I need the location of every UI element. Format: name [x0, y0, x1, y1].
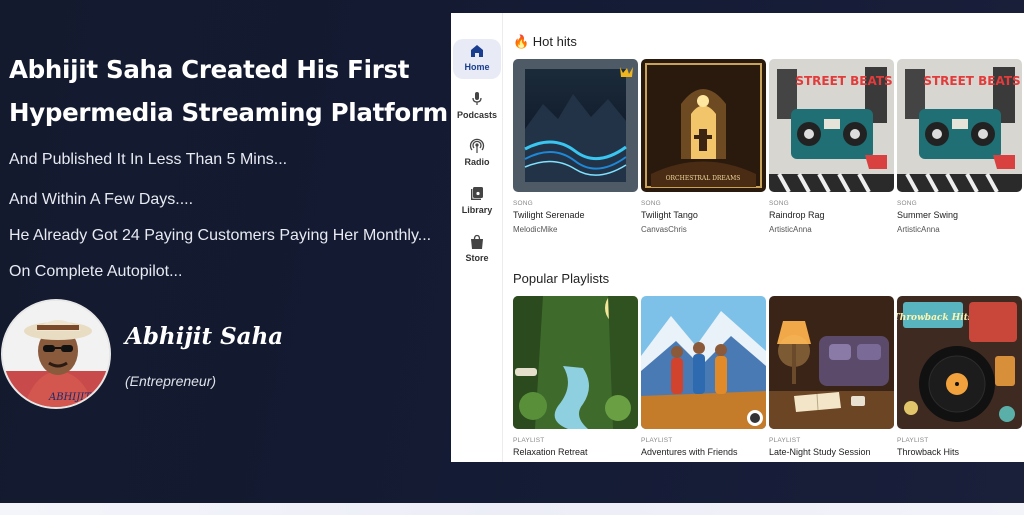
song-cover — [513, 59, 638, 192]
cover-text: Throwback Hits — [897, 313, 973, 323]
subtitle-2: And Within A Few Days.... — [9, 191, 194, 208]
nav-label-podcasts: Podcasts — [456, 110, 498, 120]
headline-line-1: Abhijit Saha Created His First — [9, 55, 410, 84]
song-card[interactable]: STREET BEATS SONG Summer Swing ArtisticA… — [897, 59, 1022, 234]
svg-text:ABHIJIT: ABHIJIT — [48, 392, 92, 403]
card-type: SONG — [769, 200, 789, 207]
card-title: Twilight Serenade — [513, 210, 585, 220]
card-artist: MelodicMike — [513, 225, 558, 234]
nav-label-home: Home — [464, 62, 490, 72]
store-icon — [471, 234, 483, 249]
nav-label-library: Library — [461, 205, 493, 215]
nav-item-radio[interactable]: Radio — [453, 134, 501, 174]
author-name: Abhijit Saha — [125, 323, 284, 350]
song-card[interactable]: STREET BEATS SONG Raindrop Rag ArtisticA… — [769, 59, 894, 234]
nav-item-store[interactable]: Store — [453, 230, 501, 270]
card-type: PLAYLIST — [769, 437, 801, 444]
playlist-cover — [641, 296, 766, 429]
cover-text: STREET BEATS — [923, 74, 1020, 88]
library-icon — [471, 187, 483, 200]
home-icon — [471, 45, 483, 57]
card-type: SONG — [897, 200, 917, 207]
popular-playlists-title: Popular Playlists — [513, 271, 610, 286]
card-title: Raindrop Rag — [769, 210, 825, 220]
cover-text: ORCHESTRAL DREAMS — [666, 175, 741, 182]
song-cover: ORCHESTRAL DREAMS — [641, 59, 766, 192]
card-title: Twilight Tango — [641, 210, 698, 220]
nav-item-podcasts[interactable]: Podcasts — [453, 87, 501, 127]
nav-label-radio: Radio — [464, 157, 490, 167]
nav-item-library[interactable]: Library — [453, 182, 501, 222]
nav-label-store: Store — [465, 253, 489, 263]
card-title: Throwback Hits — [897, 447, 960, 457]
card-type: PLAYLIST — [897, 437, 929, 444]
playlist-cover: Throwback Hits — [897, 296, 1022, 429]
page-bottom-strip — [0, 503, 1024, 515]
nav-item-home[interactable]: Home — [453, 39, 501, 79]
hot-hits-title: 🔥 Hot hits — [513, 34, 577, 49]
playlist-card[interactable]: PLAYLIST Relaxation Retreat — [513, 296, 638, 457]
cover-text: STREET BEATS — [795, 74, 892, 88]
card-type: SONG — [641, 200, 661, 207]
playlist-card[interactable]: PLAYLIST Late-Night Study Session — [769, 296, 894, 457]
subtitle-4: On Complete Autopilot... — [9, 263, 183, 280]
hero-headline: Abhijit Saha Created His First Hypermedi… — [9, 48, 449, 134]
card-artist: CanvasChris — [641, 225, 687, 234]
song-card[interactable]: SONG Twilight Serenade MelodicMike — [513, 59, 638, 234]
playlist-card[interactable]: Throwback Hits PLAYLIST Throwback Hits — [897, 296, 1022, 457]
headline-line-2: Hypermedia Streaming Platform — [9, 98, 448, 127]
card-type: PLAYLIST — [513, 437, 545, 444]
card-type: PLAYLIST — [641, 437, 673, 444]
subtitle-3: He Already Got 24 Paying Customers Payin… — [9, 227, 432, 244]
card-type: SONG — [513, 200, 533, 207]
microphone-icon — [472, 92, 482, 105]
song-cover: STREET BEATS — [897, 59, 1022, 192]
author-avatar: ABHIJIT — [1, 299, 111, 409]
radio-icon — [469, 138, 485, 153]
card-title: Summer Swing — [897, 210, 959, 220]
side-navigation: Home Podcasts Radio Library Store — [451, 13, 503, 462]
card-artist: ArtisticAnna — [769, 225, 812, 234]
author-role: (Entrepreneur) — [125, 373, 217, 389]
playlist-card[interactable]: PLAYLIST Adventures with Friends — [641, 296, 766, 457]
playlist-cover — [769, 296, 894, 429]
playlist-cover — [513, 296, 638, 429]
subtitle-1: And Published It In Less Than 5 Mins... — [9, 151, 288, 168]
streaming-app-window: Home Podcasts Radio Library Store 🔥 Hot … — [451, 13, 1024, 462]
card-title: Relaxation Retreat — [513, 447, 588, 457]
song-card[interactable]: ORCHESTRAL DREAMS SONG Twilight Tango Ca… — [641, 59, 766, 234]
card-artist: ArtisticAnna — [897, 225, 940, 234]
card-title: Late-Night Study Session — [769, 447, 871, 457]
card-title: Adventures with Friends — [641, 447, 738, 457]
song-cover: STREET BEATS — [769, 59, 894, 192]
